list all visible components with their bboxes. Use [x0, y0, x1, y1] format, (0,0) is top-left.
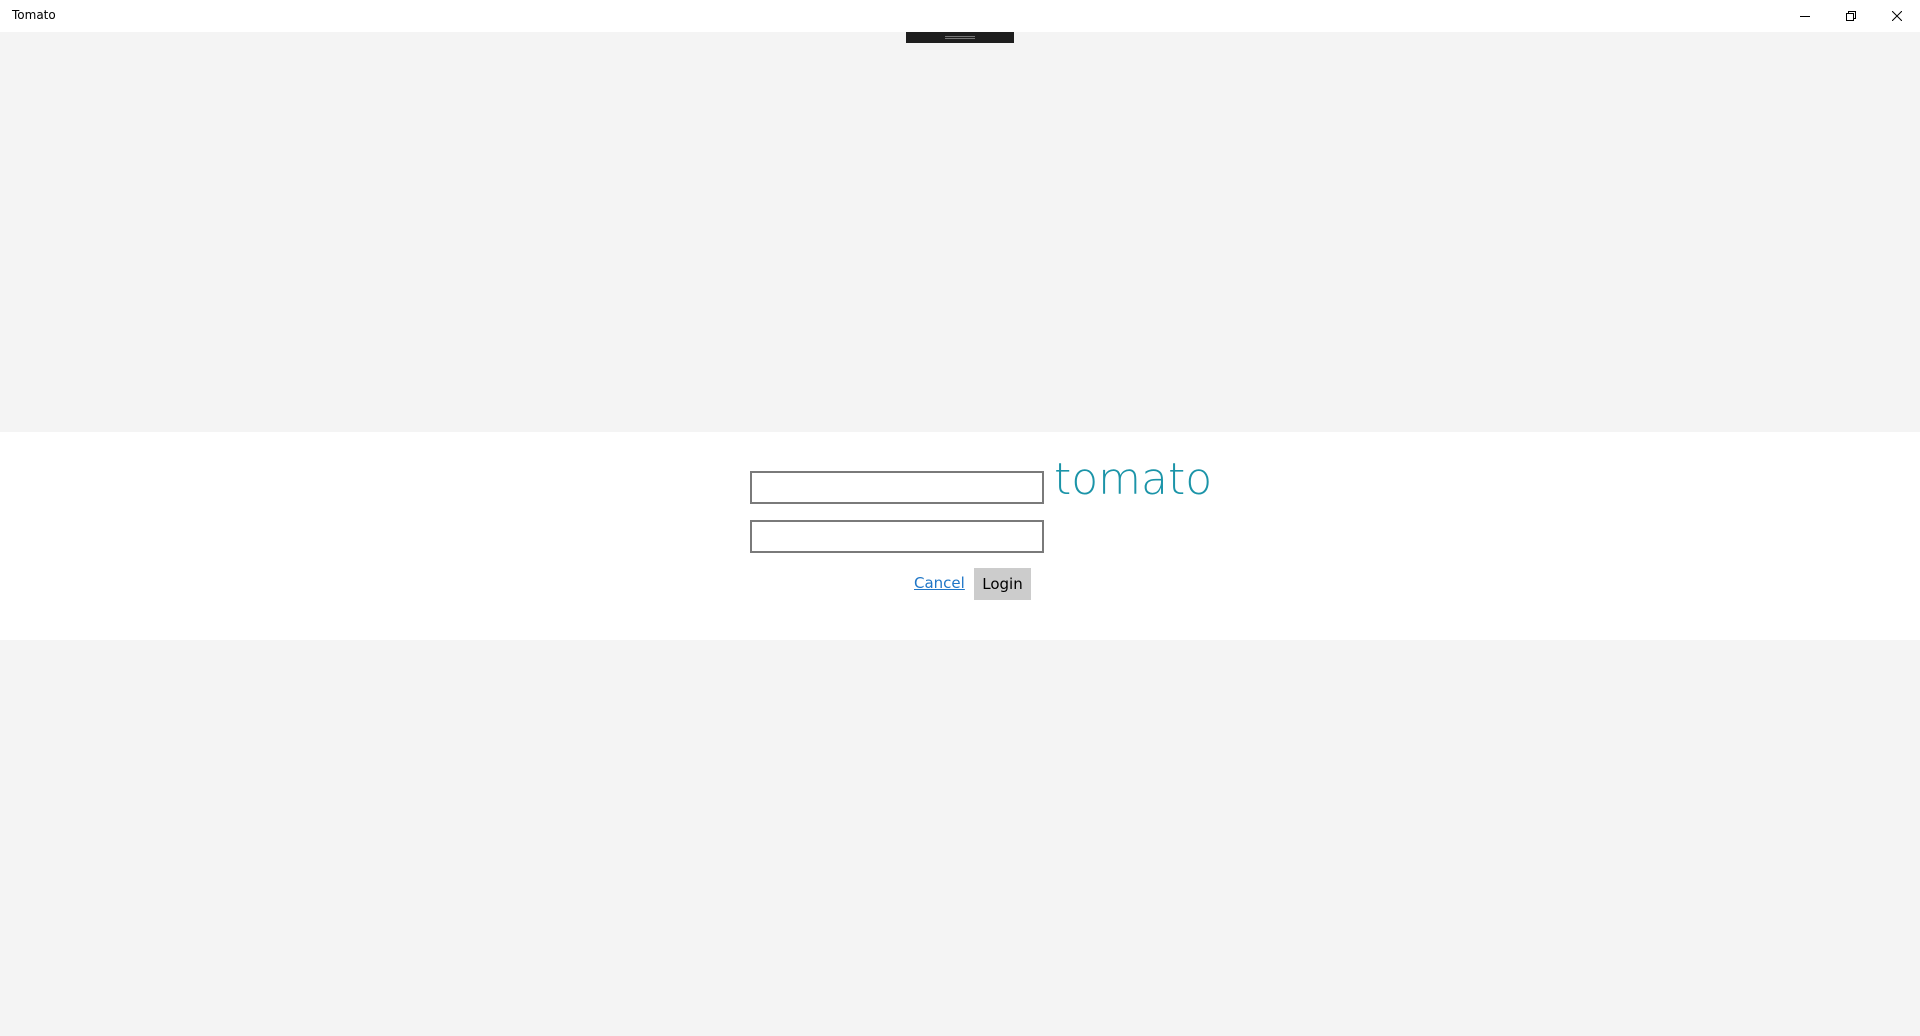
- password-input[interactable]: [750, 520, 1044, 553]
- drag-handle[interactable]: [906, 32, 1014, 43]
- app-window: Tomato tomato Cancel Login: [0, 0, 1920, 1036]
- cancel-link[interactable]: Cancel: [914, 574, 965, 592]
- grip-icon: [945, 36, 975, 39]
- close-button[interactable]: [1874, 0, 1920, 32]
- minimize-icon: [1800, 16, 1810, 17]
- restore-icon: [1846, 11, 1856, 21]
- minimize-button[interactable]: [1782, 0, 1828, 32]
- login-button[interactable]: Login: [974, 568, 1031, 600]
- close-icon: [1892, 11, 1902, 21]
- title-bar[interactable]: Tomato: [0, 0, 1920, 32]
- app-title: Tomato: [12, 8, 56, 22]
- username-input[interactable]: [750, 471, 1044, 504]
- restore-button[interactable]: [1828, 0, 1874, 32]
- login-panel: tomato Cancel Login: [0, 432, 1920, 640]
- brand-logo: tomato: [1054, 454, 1213, 505]
